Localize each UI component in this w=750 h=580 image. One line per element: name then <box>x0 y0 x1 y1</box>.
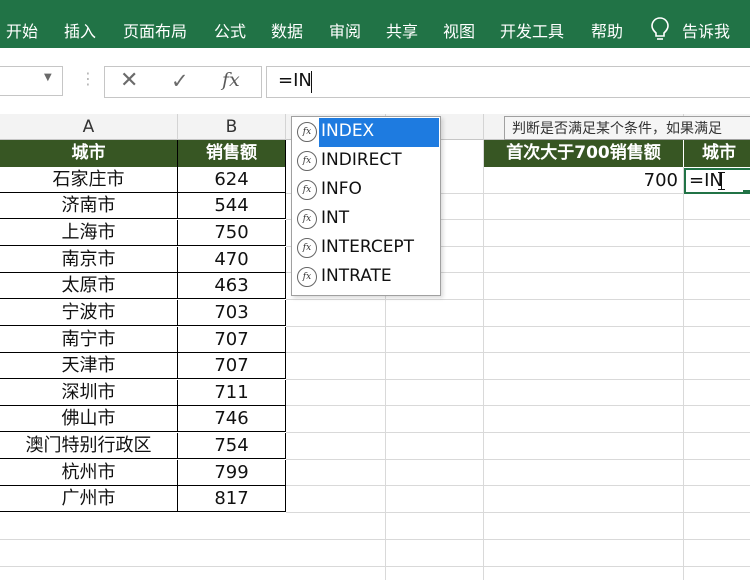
table-cell-city[interactable]: 济南市 <box>0 193 178 219</box>
tell-me-box[interactable]: 告诉我 <box>650 16 746 41</box>
lightbulb-icon <box>651 17 669 40</box>
table-cell-city[interactable]: 杭州市 <box>0 460 178 486</box>
autocomplete-item-label: INTRATE <box>321 266 392 286</box>
table-cell-sales[interactable]: 746 <box>178 406 286 432</box>
tab-formulas[interactable]: 公式 <box>214 18 246 42</box>
table-cell-sales[interactable]: 703 <box>178 300 286 326</box>
function-icon: fx <box>297 151 317 171</box>
table-cell-city[interactable]: 天津市 <box>0 353 178 379</box>
gridline <box>286 512 750 513</box>
function-autocomplete-list: fx INDEX fx INDIRECT fx INFO fx INT fx I… <box>291 116 441 296</box>
tab-insert[interactable]: 插入 <box>64 18 96 42</box>
enter-check-icon[interactable]: ✓ <box>171 68 189 94</box>
function-icon: fx <box>297 209 317 229</box>
column-header-a[interactable]: A <box>0 114 178 140</box>
formula-text: =IN <box>278 70 312 91</box>
table-cell-sales[interactable]: 707 <box>178 353 286 379</box>
autocomplete-item-intercept[interactable]: fx INTERCEPT <box>292 234 440 263</box>
autocomplete-item-indirect[interactable]: fx INDIRECT <box>292 147 440 176</box>
table-cell-sales[interactable]: 711 <box>178 380 286 406</box>
table-cell-city[interactable]: 南宁市 <box>0 327 178 353</box>
table-cell-sales[interactable]: 544 <box>178 193 286 219</box>
cancel-icon[interactable]: ✕ <box>120 68 138 94</box>
gridline <box>286 539 750 540</box>
name-box[interactable] <box>0 66 63 96</box>
table-cell-sales[interactable]: 750 <box>178 220 286 246</box>
autocomplete-item-label: INDIRECT <box>321 150 402 170</box>
gridline <box>286 352 750 353</box>
gridline <box>286 485 750 486</box>
function-icon: fx <box>297 267 317 287</box>
tab-developer[interactable]: 开发工具 <box>500 18 564 42</box>
table-cell-city[interactable]: 南京市 <box>0 247 178 273</box>
function-tooltip: 判断是否满足某个条件，如果满足 <box>504 116 750 140</box>
table-header-city[interactable]: 城市 <box>0 140 178 167</box>
table-cell-sales[interactable]: 624 <box>178 167 286 193</box>
tab-page-layout[interactable]: 页面布局 <box>123 18 187 42</box>
tab-share[interactable]: 共享 <box>386 18 418 42</box>
autocomplete-item-label: INT <box>321 208 350 228</box>
autocomplete-item-int[interactable]: fx INT <box>292 205 440 234</box>
gridline <box>0 566 286 567</box>
column-header-b[interactable]: B <box>178 114 286 140</box>
insert-function-icon[interactable]: fx <box>222 67 240 93</box>
table-cell-sales[interactable]: 470 <box>178 247 286 273</box>
tab-review[interactable]: 审阅 <box>329 18 361 42</box>
autocomplete-item-info[interactable]: fx INFO <box>292 176 440 205</box>
table-header-sales[interactable]: 销售额 <box>178 140 286 167</box>
function-icon: fx <box>297 122 317 142</box>
right-header-city[interactable]: 城市 <box>684 140 750 167</box>
gridline <box>286 299 750 300</box>
formula-bar-grip-icon[interactable]: ⋮ <box>80 69 96 88</box>
function-icon: fx <box>297 180 317 200</box>
autocomplete-item-index[interactable]: fx INDEX <box>292 118 440 147</box>
gridline <box>286 566 750 567</box>
function-icon: fx <box>297 238 317 258</box>
gridline <box>286 432 750 433</box>
table-cell-city[interactable]: 佛山市 <box>0 406 178 432</box>
table-cell-city[interactable]: 深圳市 <box>0 380 178 406</box>
table-cell-sales[interactable]: 754 <box>178 433 286 459</box>
table-cell-sales[interactable]: 463 <box>178 273 286 299</box>
autocomplete-item-label: INFO <box>321 179 362 199</box>
right-header-first-over-700[interactable]: 首次大于700销售额 <box>484 140 684 167</box>
ibeam-cursor-icon <box>718 172 725 190</box>
table-cell-city[interactable]: 澳门特别行政区 <box>0 433 178 459</box>
tab-view[interactable]: 视图 <box>443 18 475 42</box>
name-box-dropdown-icon[interactable]: ▼ <box>44 72 52 83</box>
autocomplete-item-intrate[interactable]: fx INTRATE <box>292 263 440 292</box>
threshold-cell[interactable]: 700 <box>484 168 682 194</box>
tell-me-label: 告诉我 <box>682 22 731 41</box>
gridline <box>0 539 286 540</box>
autocomplete-item-label: INTERCEPT <box>321 237 415 257</box>
tab-help[interactable]: 帮助 <box>591 18 623 42</box>
gridline <box>286 459 750 460</box>
table-cell-city[interactable]: 石家庄市 <box>0 167 178 193</box>
gridline <box>483 140 484 580</box>
formula-input[interactable] <box>266 66 750 98</box>
table-cell-sales[interactable]: 799 <box>178 460 286 486</box>
ribbon-tab-bar: 开始 插入 页面布局 公式 数据 审阅 共享 视图 开发工具 帮助 告诉我 <box>0 0 750 48</box>
table-cell-city[interactable]: 上海市 <box>0 220 178 246</box>
table-cell-sales[interactable]: 707 <box>178 327 286 353</box>
table-cell-city[interactable]: 宁波市 <box>0 300 178 326</box>
fill-handle[interactable] <box>743 190 750 193</box>
table-cell-city[interactable]: 太原市 <box>0 273 178 299</box>
gridline <box>286 405 750 406</box>
tab-data[interactable]: 数据 <box>271 18 303 42</box>
gridline <box>286 326 750 327</box>
tab-home[interactable]: 开始 <box>6 18 38 42</box>
autocomplete-item-label: INDEX <box>321 121 375 141</box>
gridline <box>286 379 750 380</box>
gridline <box>683 140 684 580</box>
table-cell-sales[interactable]: 817 <box>178 486 286 512</box>
text-cursor <box>311 71 312 93</box>
table-cell-city[interactable]: 广州市 <box>0 486 178 512</box>
